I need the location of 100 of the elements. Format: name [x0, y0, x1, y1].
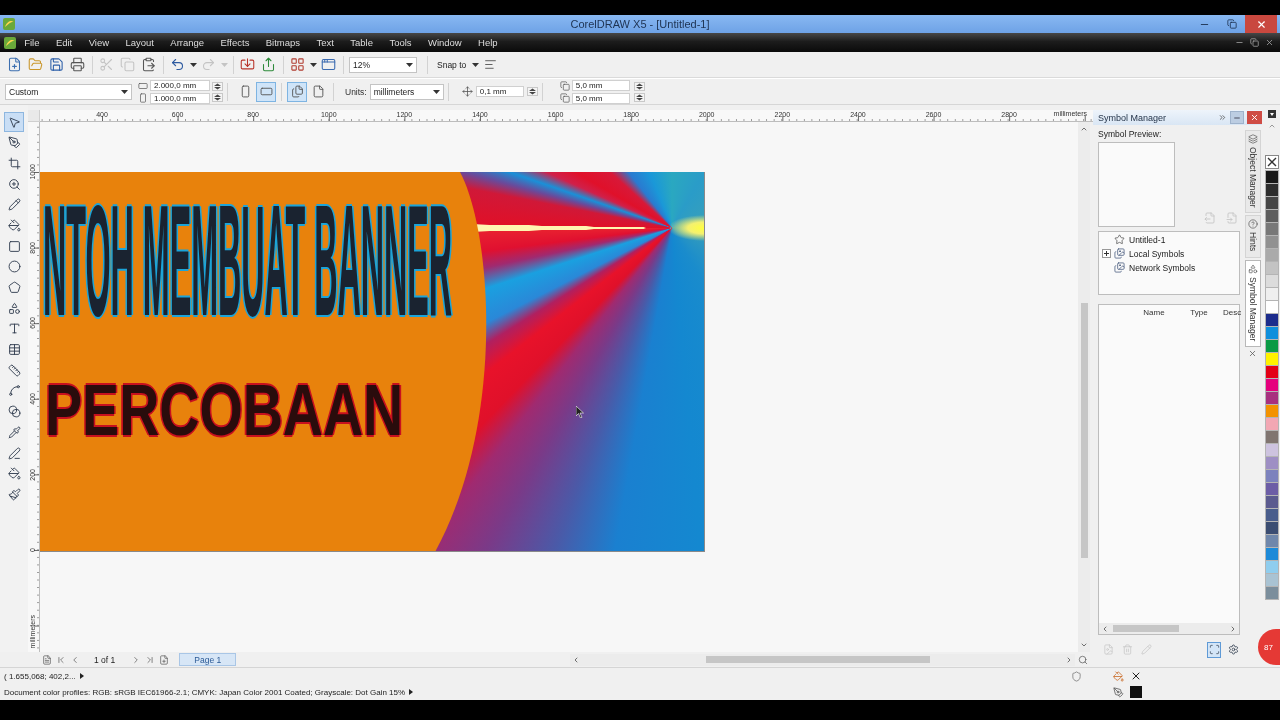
play-arrow-icon[interactable] [79, 673, 84, 679]
save-icon[interactable] [48, 57, 64, 72]
color-swatch-icon[interactable] [1265, 235, 1279, 249]
menu-item[interactable]: Text [308, 33, 343, 52]
menu-item[interactable]: View [80, 33, 118, 52]
caret-icon[interactable] [406, 62, 413, 67]
undo-icon[interactable] [169, 57, 185, 72]
scrollbar-thumb[interactable] [706, 656, 930, 663]
color-swatch-icon[interactable] [1265, 209, 1279, 223]
color-swatch-icon[interactable] [1265, 183, 1279, 197]
tree-item[interactable]: Network Symbols [1129, 262, 1196, 273]
close-icon[interactable] [1265, 38, 1274, 47]
color-swatch-icon[interactable] [1265, 547, 1279, 561]
menu-item[interactable]: Table [342, 33, 382, 52]
plus-box-icon[interactable] [1102, 249, 1111, 258]
color-swatch-icon[interactable] [1265, 326, 1279, 340]
color-swatch-icon[interactable] [1265, 456, 1279, 470]
menu-item[interactable]: Bitmaps [257, 33, 309, 52]
import-icon[interactable] [239, 57, 255, 72]
column-header[interactable]: Desc [1219, 307, 1242, 317]
menu-item[interactable]: Layout [117, 33, 163, 52]
scrollbar-thumb[interactable] [1113, 625, 1179, 632]
page-size-dropdown[interactable]: Custom [5, 83, 132, 100]
color-swatch-icon[interactable] [1265, 508, 1279, 522]
document-icon[interactable] [42, 654, 52, 665]
printer-icon[interactable] [69, 57, 85, 72]
restore-icon[interactable] [1250, 38, 1259, 47]
color-swatch-icon[interactable] [1265, 170, 1279, 184]
window-icon[interactable] [320, 57, 336, 72]
menu-item[interactable]: Arrange [162, 33, 213, 52]
cross-icon[interactable] [1130, 670, 1142, 682]
docker-tab[interactable]: Object Manager [1244, 130, 1261, 214]
menu-item[interactable]: Effects [212, 33, 258, 52]
height-field[interactable]: 1.000,0 mm [150, 92, 210, 104]
export-icon[interactable] [260, 57, 276, 72]
duplicate-x-field[interactable]: 5,0 mm [571, 79, 630, 91]
caret-icon[interactable] [471, 62, 479, 67]
caret-icon[interactable] [189, 62, 197, 67]
close-icon[interactable] [1255, 18, 1267, 30]
docker-tab[interactable]: Hints [1244, 215, 1261, 258]
color-swatch-icon[interactable] [1265, 378, 1279, 392]
images-icon[interactable] [1114, 248, 1125, 259]
duplicate-y-field[interactable]: 5,0 mm [571, 92, 630, 104]
no-color-swatch-icon[interactable] [1265, 155, 1279, 169]
grid-icon[interactable] [289, 57, 305, 72]
vertical-scrollbar[interactable] [1078, 122, 1090, 652]
pen-nib-icon[interactable] [1113, 686, 1124, 698]
restore-icon[interactable] [1226, 19, 1237, 29]
color-swatch-icon[interactable] [1265, 417, 1279, 431]
horizontal-scrollbar[interactable] [570, 653, 1075, 666]
images-icon[interactable] [1114, 262, 1125, 273]
folder-icon[interactable] [27, 57, 43, 72]
color-swatch-icon[interactable] [1265, 404, 1279, 418]
horizontal-scrollbar[interactable] [1099, 623, 1239, 634]
spinner-icon[interactable] [212, 92, 223, 102]
color-swatch-icon[interactable] [1265, 482, 1279, 496]
layers-icon[interactable] [1247, 134, 1258, 144]
color-swatch-icon[interactable] [1265, 469, 1279, 483]
menu-item[interactable]: Help [469, 33, 506, 52]
tree-item[interactable]: Untitled-1 [1129, 234, 1166, 245]
spinner-icon[interactable] [526, 87, 538, 96]
color-swatch-icon[interactable] [1265, 365, 1279, 379]
tree-item[interactable]: Local Symbols [1129, 248, 1185, 259]
color-swatch-icon[interactable] [1265, 521, 1279, 535]
color-swatch-icon[interactable] [1265, 274, 1279, 288]
snap-to-button[interactable]: Snap to [431, 59, 471, 70]
outline-swatch-icon[interactable] [1130, 686, 1142, 698]
flyout-icon[interactable] [1268, 110, 1276, 118]
menu-item[interactable]: Tools [381, 33, 420, 52]
previous-page-icon[interactable] [70, 654, 80, 665]
color-swatch-icon[interactable] [1265, 300, 1279, 314]
color-swatch-icon[interactable] [1265, 430, 1279, 444]
clipboard-icon[interactable] [140, 57, 156, 72]
menu-item[interactable]: Edit [47, 33, 81, 52]
page-tab[interactable]: Page 1 [179, 653, 237, 666]
color-swatch-icon[interactable] [1265, 573, 1279, 587]
shapes-icon[interactable] [1247, 263, 1258, 274]
zoom-dropdown[interactable]: 12% [349, 56, 417, 73]
color-swatch-icon[interactable] [1265, 352, 1279, 366]
close-button[interactable] [1245, 15, 1277, 33]
color-swatch-icon[interactable] [1265, 261, 1279, 275]
menu-item[interactable]: File [16, 33, 48, 52]
color-swatch-icon[interactable] [1265, 495, 1279, 509]
units-dropdown[interactable]: millimeters [369, 83, 444, 100]
new-file-icon[interactable] [6, 57, 22, 72]
add-page-icon[interactable] [159, 654, 170, 665]
color-swatch-icon[interactable] [1265, 196, 1279, 210]
zoom-icon[interactable] [1078, 654, 1088, 665]
spinner-icon[interactable] [633, 92, 645, 102]
shield-icon[interactable] [1071, 670, 1082, 682]
color-swatch-icon[interactable] [1265, 339, 1279, 353]
nudge-field[interactable]: 0,1 mm [475, 86, 524, 97]
options-icon[interactable] [483, 58, 497, 71]
docker-tab[interactable]: Symbol Manager [1244, 259, 1261, 348]
color-swatch-icon[interactable] [1265, 222, 1279, 236]
color-swatch-icon[interactable] [1265, 313, 1279, 327]
star-icon[interactable] [1114, 234, 1125, 245]
menu-item[interactable]: Window [419, 33, 470, 52]
play-arrow-icon[interactable] [409, 689, 414, 695]
double-chevron-icon[interactable] [1218, 113, 1227, 122]
